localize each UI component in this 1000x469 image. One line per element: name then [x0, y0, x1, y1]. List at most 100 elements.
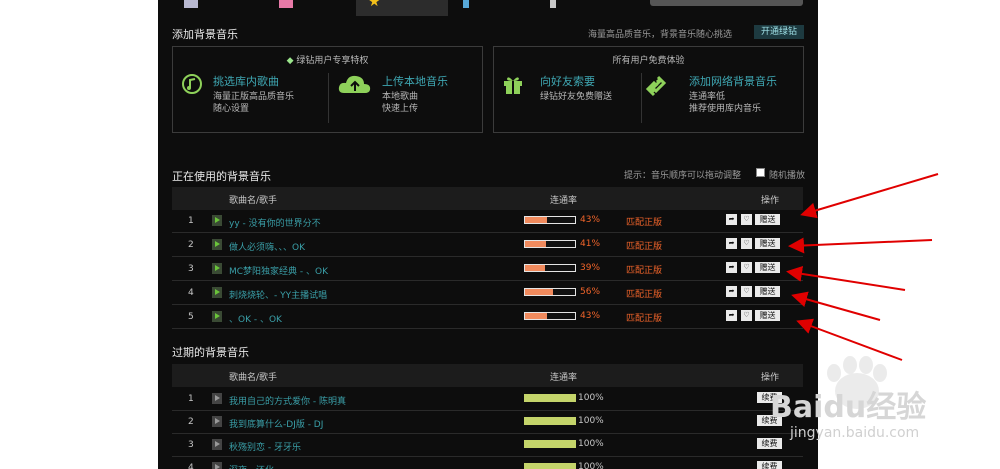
feature-title[interactable]: 添加网络背景音乐: [689, 73, 777, 89]
table-row[interactable]: 4 刺烧烧轮、- YY主播试唱 56% 匹配正版 ➦ ♡ 赠送: [172, 282, 803, 305]
give-button[interactable]: 赠送: [755, 262, 780, 273]
share-icon[interactable]: ➦: [726, 238, 737, 249]
share-icon[interactable]: ➦: [726, 262, 737, 273]
match-status[interactable]: 匹配正版: [626, 239, 662, 252]
table-row[interactable]: 3 秋殇别恋 - 牙牙乐 100% 续费: [172, 434, 803, 457]
song-link[interactable]: 、OK - 、OK: [229, 312, 282, 325]
connectivity-fill: [525, 217, 547, 223]
play-icon[interactable]: [212, 416, 222, 427]
connectivity-percent: 43%: [580, 311, 601, 321]
connectivity-percent: 39%: [580, 263, 601, 273]
heart-icon[interactable]: ♡: [741, 262, 752, 273]
give-button[interactable]: 赠送: [755, 286, 780, 297]
drag-hint: 提示：音乐顺序可以拖动调整: [624, 171, 742, 181]
heart-icon[interactable]: ♡: [741, 310, 752, 321]
in-use-title: 正在使用的背景音乐: [172, 170, 271, 183]
share-icon[interactable]: ➦: [726, 286, 737, 297]
song-link[interactable]: MC梦阳独家经典 - 、OK: [229, 264, 328, 277]
give-button[interactable]: 赠送: [755, 310, 780, 321]
free-box-heading: 所有用户免费体验: [612, 56, 685, 66]
in-use-table-header: 歌曲名/歌手 连通率 操作: [172, 187, 803, 210]
give-button[interactable]: 赠送: [755, 214, 780, 225]
feature-title[interactable]: 上传本地音乐: [382, 73, 448, 89]
row-number: 1: [188, 216, 194, 226]
tab-icon-doc[interactable]: [184, 0, 198, 8]
connectivity-bar: [524, 312, 576, 320]
table-row[interactable]: 1 yy - 没有你的世界分不 43% 匹配正版 ➦ ♡ 赠送: [172, 210, 803, 233]
heart-icon[interactable]: ♡: [741, 238, 752, 249]
heart-icon[interactable]: ♡: [741, 214, 752, 225]
song-link[interactable]: yy - 没有你的世界分不: [229, 216, 321, 229]
feature-ask-friend[interactable]: 向好友索要 绿钻好友免费赠送: [540, 73, 612, 103]
random-play-label[interactable]: 随机播放: [769, 168, 805, 181]
song-link[interactable]: 秋殇别恋 - 牙牙乐: [229, 440, 301, 453]
share-icon[interactable]: ➦: [726, 214, 737, 225]
connectivity-bar: [524, 288, 576, 296]
song-link[interactable]: 我到底算什么-DJ版 - DJ: [229, 417, 323, 430]
table-row[interactable]: 4深夜、还化100%续费: [172, 457, 803, 469]
feature-add-network[interactable]: 添加网络背景音乐 连通率低 推荐使用库内音乐: [689, 73, 777, 115]
table-row[interactable]: 5 、OK - 、OK 43% 匹配正版 ➦ ♡ 赠送: [172, 306, 803, 329]
tab-icon-pink[interactable]: [279, 0, 293, 8]
song-link[interactable]: 深夜、还化: [229, 463, 274, 469]
song-link[interactable]: 刺烧烧轮、- YY主播试唱: [229, 288, 327, 301]
row-number: 2: [188, 240, 194, 250]
match-status[interactable]: 匹配正版: [626, 215, 662, 228]
row-number: 1: [188, 394, 194, 404]
match-status[interactable]: 匹配正版: [626, 287, 662, 300]
col-rate: 连通率: [550, 196, 578, 206]
random-play-checkbox[interactable]: [756, 168, 765, 177]
connectivity-bar: [524, 440, 576, 448]
connectivity-bar: [524, 463, 576, 469]
feature-title[interactable]: 向好友索要: [540, 73, 612, 89]
row-number: 3: [188, 440, 194, 450]
divider: [328, 73, 329, 123]
feature-pick-library[interactable]: 挑选库内歌曲 海量正版高品质音乐 随心设置: [213, 73, 294, 115]
star-icon: ★: [368, 0, 381, 10]
song-link[interactable]: 做人必须嗨、、、OK: [229, 240, 305, 253]
music-panel: ★ 添加背景音乐 海量高品质音乐，背景音乐随心挑选 开通绿钻 ◆ 绿钻用户专享特…: [158, 0, 818, 469]
connectivity-bar: [524, 394, 576, 402]
table-row[interactable]: 3 MC梦阳独家经典 - 、OK 39% 匹配正版 ➦ ♡ 赠送: [172, 258, 803, 281]
play-icon[interactable]: [212, 393, 222, 404]
play-icon[interactable]: [212, 311, 222, 322]
match-status[interactable]: 匹配正版: [626, 311, 662, 324]
table-row[interactable]: 1 我用自己的方式爱你 - 陈明真 100% 续费: [172, 388, 803, 411]
connectivity-percent: 100%: [578, 393, 604, 403]
free-features-box: 所有用户免费体验 向好友索要 绿钻好友免费赠送 添加网络背景音乐 连通率低 推荐…: [493, 46, 804, 133]
connectivity-percent: 100%: [578, 439, 604, 449]
tab-icon-blue[interactable]: [463, 0, 469, 8]
tab-active[interactable]: ★: [356, 0, 448, 16]
top-tabs: ★: [158, 0, 818, 16]
connectivity-percent: 100%: [578, 462, 604, 469]
play-icon[interactable]: [212, 287, 222, 298]
song-link[interactable]: 我用自己的方式爱你 - 陈明真: [229, 394, 346, 407]
vip-box-heading: 绿钻用户专享特权: [296, 56, 369, 66]
table-row[interactable]: 2 做人必须嗨、、、OK 41% 匹配正版 ➦ ♡ 赠送: [172, 234, 803, 257]
open-vip-button[interactable]: 开通绿钻: [754, 25, 804, 39]
col-song: 歌曲名/歌手: [229, 373, 278, 383]
match-status[interactable]: 匹配正版: [626, 263, 662, 276]
play-icon[interactable]: [212, 462, 222, 469]
table-row[interactable]: 2 我到底算什么-DJ版 - DJ 100% 续费: [172, 411, 803, 434]
add-music-title: 添加背景音乐: [172, 28, 238, 41]
connectivity-bar: [524, 417, 576, 425]
play-icon[interactable]: [212, 263, 222, 274]
tab-icon-grey[interactable]: [550, 0, 556, 8]
row-number: 4: [188, 463, 194, 469]
connectivity-bar: [524, 264, 576, 272]
connectivity-percent: 41%: [580, 239, 601, 249]
heart-icon[interactable]: ♡: [741, 286, 752, 297]
play-icon[interactable]: [212, 439, 222, 450]
play-icon[interactable]: [212, 239, 222, 250]
connectivity-fill: [525, 289, 553, 295]
top-search-box[interactable]: [650, 0, 803, 6]
give-button[interactable]: 赠送: [755, 238, 780, 249]
feature-upload-local[interactable]: 上传本地音乐 本地歌曲 快速上传: [382, 73, 448, 115]
feature-title[interactable]: 挑选库内歌曲: [213, 73, 294, 89]
play-icon[interactable]: [212, 215, 222, 226]
share-icon[interactable]: ➦: [726, 310, 737, 321]
link-icon: [645, 75, 667, 97]
promo-text: 海量高品质音乐，背景音乐随心挑选: [587, 30, 732, 40]
row-number: 4: [188, 288, 194, 298]
